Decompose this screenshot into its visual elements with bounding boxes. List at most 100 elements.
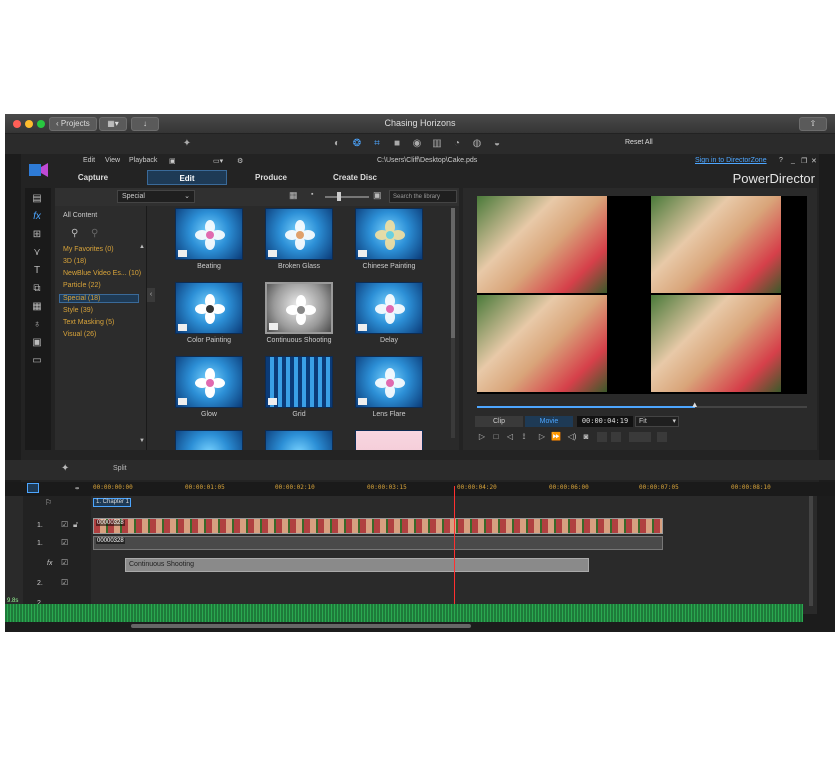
scroll-up-icon[interactable]: ▲	[139, 244, 145, 250]
category-all[interactable]: All Content	[63, 212, 97, 219]
motion-icon[interactable]: ◍	[471, 138, 483, 150]
speed-icon[interactable]: ◔	[451, 138, 463, 150]
snapshot-icon[interactable]: ◙	[581, 432, 591, 442]
chapter-room-icon[interactable]: ▣	[30, 336, 44, 350]
restore-button[interactable]: ❐	[801, 157, 807, 165]
audio-mix-icon[interactable]: ▥	[431, 138, 443, 150]
dual-monitor-icon[interactable]	[611, 432, 621, 442]
category-item[interactable]: Style (39)	[63, 307, 93, 314]
video-camera-icon[interactable]: ■	[391, 138, 403, 150]
tab-edit[interactable]: Edit	[147, 170, 227, 185]
minimize-button[interactable]: _	[791, 157, 795, 164]
library-scrollbar[interactable]	[451, 208, 455, 438]
movie-mode-button[interactable]: Movie	[525, 416, 573, 427]
voiceover-icon[interactable]: ♁	[30, 318, 44, 332]
clip-mode-button[interactable]: Clip	[475, 416, 523, 427]
mask-icon[interactable]: ◉	[411, 138, 423, 150]
close-button[interactable]: ✕	[811, 157, 817, 165]
scrollbar-thumb[interactable]	[451, 208, 455, 338]
effect-thumbnail[interactable]: Delay	[355, 282, 423, 344]
help-button[interactable]: ?	[779, 157, 783, 164]
preview-quality-icon[interactable]	[597, 432, 607, 442]
next-frame-icon[interactable]: ▷	[537, 432, 547, 442]
effect-thumbnail[interactable]: Color Painting	[175, 282, 243, 344]
fix-enhance-icon[interactable]: ✦	[61, 463, 69, 474]
split-clip-icon[interactable]: ⟟	[519, 432, 529, 442]
tab-produce[interactable]: Produce	[231, 170, 311, 185]
category-item[interactable]: My Favorites (0)	[63, 246, 114, 253]
effect-thumbnail[interactable]	[175, 430, 243, 450]
audio-clip[interactable]: 00000328	[93, 536, 663, 550]
stop-icon[interactable]: □	[491, 432, 501, 442]
effect-thumbnail[interactable]: Lens Flare	[355, 356, 423, 418]
timeline-vertical-scrollbar[interactable]	[809, 496, 813, 606]
transition-room-icon[interactable]: ⧉	[30, 282, 44, 296]
effect-thumbnail[interactable]: Beating	[175, 208, 243, 270]
subtitle-room-icon[interactable]: ▭	[30, 354, 44, 368]
timecode-display[interactable]: 00:00:04:19	[577, 416, 633, 427]
category-item[interactable]: Visual (26)	[63, 331, 96, 338]
timeline-ruler-icon[interactable]	[27, 483, 39, 493]
effect-thumbnail[interactable]: Chinese Painting	[355, 208, 423, 270]
chapter-marker[interactable]: 1. Chapter 1	[93, 498, 131, 507]
grid-view-icon[interactable]: ▦	[289, 190, 298, 201]
large-thumb-icon[interactable]: ▣	[373, 190, 382, 201]
audio-mixing-icon[interactable]: ▦	[30, 300, 44, 314]
crop-icon[interactable]: ⌗	[371, 138, 383, 150]
fix-enhance-icon[interactable]: ❂	[351, 138, 363, 150]
volume-icon[interactable]: ◁)	[567, 432, 577, 442]
blend-icon[interactable]: ◒	[491, 138, 503, 150]
video-clip[interactable]: 00000328	[93, 518, 663, 534]
thumbnail-size-slider[interactable]	[325, 196, 369, 198]
effect-clip[interactable]: Continuous Shooting	[125, 558, 589, 572]
menu-edit[interactable]: Edit	[83, 157, 95, 164]
save-icon[interactable]: ▣	[169, 157, 176, 165]
effect-thumbnail[interactable]: Broken Glass	[265, 208, 333, 270]
menu-playback[interactable]: Playback	[129, 157, 157, 164]
effect-thumbnail[interactable]: Glow	[175, 356, 243, 418]
fit-timeline-icon[interactable]: ⇹	[75, 484, 79, 492]
collapse-panel-icon[interactable]: ‹	[147, 288, 155, 302]
add-tag-icon[interactable]: ⚲	[71, 228, 78, 239]
reset-all-button[interactable]: Reset All	[625, 139, 653, 146]
fast-forward-icon[interactable]: ⏩	[551, 432, 561, 442]
screen-layout-icon[interactable]: ▭▾	[213, 157, 223, 165]
track-enable-checkbox[interactable]: ☑	[61, 538, 68, 547]
scroll-down-icon[interactable]: ▼	[139, 438, 145, 444]
menu-view[interactable]: View	[105, 157, 120, 164]
category-item[interactable]: Text Masking (5)	[63, 319, 114, 326]
timeline-ruler[interactable]: ⇹ 00:00:00:00 00:00:01:05 00:00:02:10 00…	[5, 482, 835, 496]
timeline-horizontal-scrollbar[interactable]	[131, 624, 471, 628]
lock-icon[interactable]: 🔓︎	[73, 520, 78, 530]
track-enable-checkbox[interactable]: ☑	[61, 520, 68, 529]
category-item[interactable]: NewBlue Video Es... (10)	[63, 270, 141, 277]
title-room-icon[interactable]: T	[30, 264, 44, 278]
category-item-selected[interactable]: Special (18)	[59, 294, 139, 303]
preview-scrubber[interactable]	[477, 406, 807, 408]
settings-icon[interactable]: ⚙	[237, 157, 243, 165]
effect-thumbnail[interactable]	[355, 430, 423, 450]
tab-capture[interactable]: Capture	[53, 170, 133, 185]
category-dropdown[interactable]: Special ⌄	[117, 190, 195, 203]
library-search-input[interactable]: Search the library	[389, 190, 457, 203]
category-item[interactable]: 3D (18)	[63, 258, 86, 265]
effect-thumbnail[interactable]: Grid	[265, 356, 333, 418]
effect-thumbnail-selected[interactable]: Continuous Shooting	[265, 282, 333, 344]
slider-handle[interactable]	[337, 192, 341, 201]
track-enable-checkbox[interactable]: ☑	[61, 558, 68, 567]
remove-tag-icon[interactable]: ⚲	[91, 228, 98, 239]
magic-wand-icon[interactable]: ✦	[181, 138, 193, 150]
scrubber-handle[interactable]: ▲	[691, 400, 699, 409]
signin-link[interactable]: Sign in to DirectorZone	[695, 157, 767, 164]
previous-frame-icon[interactable]: ◁	[505, 432, 515, 442]
effect-thumbnail[interactable]	[265, 430, 333, 450]
fullscreen-icon[interactable]	[657, 432, 667, 442]
track-enable-checkbox[interactable]: ☑	[61, 578, 68, 587]
zoom-fit-dropdown[interactable]: Fit ▾	[635, 416, 679, 427]
color-adjust-icon[interactable]: ◐	[331, 138, 343, 150]
small-thumb-icon[interactable]: ▪	[311, 191, 313, 198]
category-item[interactable]: Particle (22)	[63, 282, 101, 289]
share-button[interactable]: ⇧	[799, 117, 827, 131]
tab-create-disc[interactable]: Create Disc	[315, 170, 395, 185]
fx-room-icon[interactable]: fx	[30, 210, 44, 224]
